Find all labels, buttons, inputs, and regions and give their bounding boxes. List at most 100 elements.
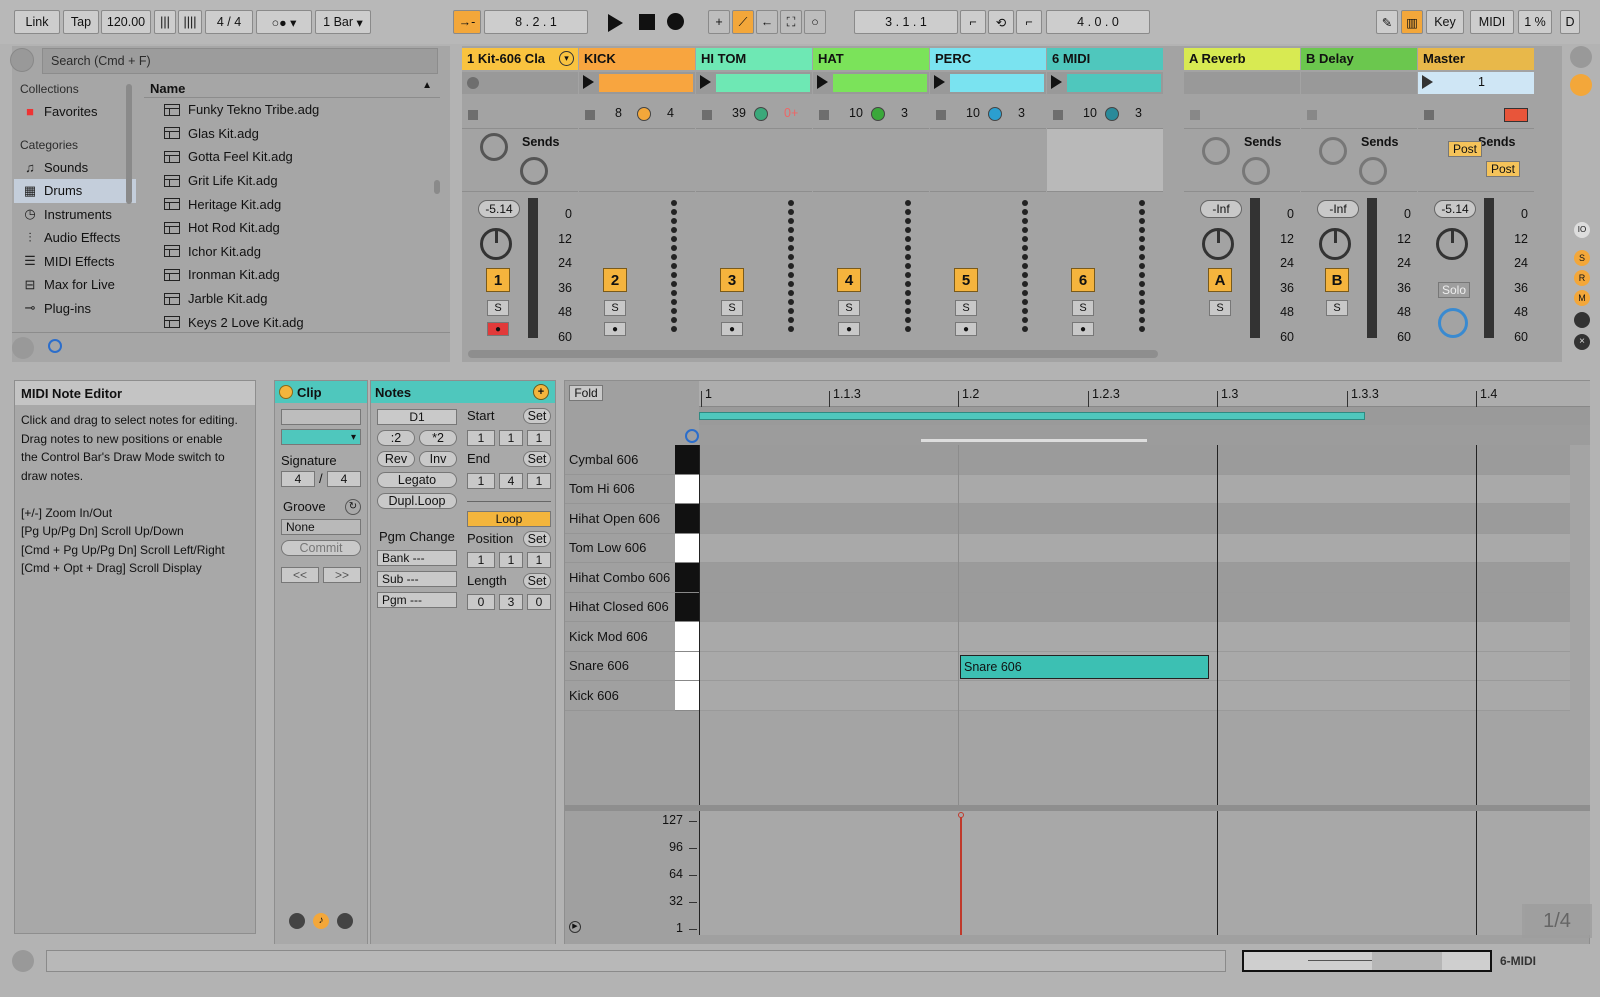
pan-knob-icon[interactable] [988, 107, 1002, 121]
note-lane[interactable] [699, 533, 1570, 563]
file-item[interactable]: Funky Tekno Tribe.adg [144, 98, 440, 122]
note-lane[interactable] [699, 504, 1570, 534]
crossfader-toggle-icon[interactable] [1574, 312, 1590, 328]
clip-slot[interactable] [579, 72, 695, 94]
stop-clip-icon[interactable] [585, 110, 595, 120]
mixer-horizontal-scrollbar[interactable] [468, 350, 1158, 358]
post-b-button[interactable]: Post [1486, 161, 1520, 177]
arm-button[interactable]: ● [487, 322, 509, 336]
file-item[interactable]: Heritage Kit.adg [144, 192, 440, 216]
note-grid[interactable]: Snare 606 [699, 445, 1590, 805]
session-record-icon[interactable]: ○ [804, 10, 826, 34]
stop-clip-icon[interactable] [1053, 110, 1063, 120]
volume-field[interactable]: -Inf [1317, 200, 1359, 218]
punch-in-icon[interactable]: ⌐ [960, 10, 986, 34]
end-sixteenth[interactable]: 1 [527, 473, 551, 489]
send-a-knob[interactable] [1202, 137, 1230, 165]
stop-icon[interactable] [639, 14, 655, 30]
note-lane[interactable] [699, 474, 1570, 504]
midi-map-button[interactable]: MIDI [1470, 10, 1514, 34]
piano-key-row[interactable]: Tom Low 606 [565, 533, 699, 563]
master-volume-field[interactable]: -5.14 [1434, 200, 1476, 218]
category-audio-effects[interactable]: ⫶ Audio Effects [14, 226, 136, 250]
volume-field[interactable]: -Inf [1200, 200, 1242, 218]
overdub-icon[interactable]: + [708, 10, 730, 34]
return-activator[interactable]: A [1208, 268, 1232, 292]
solo-button[interactable]: S [1326, 300, 1348, 316]
position-sixteenth[interactable]: 1 [527, 552, 551, 568]
clip-bar[interactable] [950, 74, 1044, 92]
solo-button[interactable]: S [1209, 300, 1231, 316]
position-beat[interactable]: 1 [499, 552, 523, 568]
track-activator[interactable]: 4 [837, 268, 861, 292]
arm-button[interactable]: ● [1072, 322, 1094, 336]
next-button[interactable]: >> [323, 567, 361, 583]
clip-slot[interactable] [930, 72, 1046, 94]
category-midi-effects[interactable]: ☰ MIDI Effects [14, 250, 136, 274]
duplicate-loop-button[interactable]: Dupl.Loop [377, 493, 457, 509]
arm-button[interactable]: ● [838, 322, 860, 336]
capture-icon[interactable]: ⛶ [780, 10, 802, 34]
browser-toggle-icon[interactable] [10, 48, 34, 72]
key-map-button[interactable]: Key [1426, 10, 1464, 34]
send-a-knob[interactable] [480, 133, 508, 161]
loop-switch-icon[interactable]: ⟲ [988, 10, 1014, 34]
close-icon[interactable]: × [1574, 334, 1590, 350]
volume-field[interactable]: -5.14 [478, 200, 520, 218]
clip-slot[interactable] [1047, 72, 1163, 94]
piano-key-row[interactable]: Kick Mod 606 [565, 622, 699, 652]
send-b-knob[interactable] [1359, 157, 1387, 185]
arm-button[interactable]: ● [955, 322, 977, 336]
pan-knob[interactable] [480, 228, 512, 260]
file-item[interactable]: Keys 2 Love Kit.adg [144, 310, 440, 334]
black-key[interactable] [675, 592, 699, 622]
piano-key-row[interactable]: Tom Hi 606 [565, 474, 699, 504]
category-instruments[interactable]: ◷ Instruments [14, 203, 136, 227]
clip-play-icon[interactable] [700, 75, 711, 89]
note-lane[interactable] [699, 622, 1570, 652]
stop-clip-icon[interactable] [702, 110, 712, 120]
black-key[interactable] [675, 445, 699, 475]
track-title[interactable]: KICK [579, 48, 695, 70]
loop-brace[interactable] [699, 412, 1365, 420]
send-b-knob[interactable] [520, 157, 548, 185]
clip-slot[interactable] [813, 72, 929, 94]
favorites-item[interactable]: ■ Favorites [14, 100, 136, 124]
quantize-dropdown[interactable]: 1 Bar ▾ [315, 10, 371, 34]
sends-toggle-icon[interactable]: S [1574, 250, 1590, 266]
tap-button[interactable]: Tap [63, 10, 99, 34]
time-ruler[interactable]: 11.1.31.21.2.31.31.3.31.41.4.3 [699, 381, 1590, 407]
name-column-header[interactable]: Name ▲ [144, 78, 440, 98]
clip-play-icon[interactable] [1051, 75, 1062, 89]
commit-button[interactable]: Commit [281, 540, 361, 556]
file-item[interactable]: Hot Rod Kit.adg [144, 216, 440, 240]
track-activator[interactable]: 6 [1071, 268, 1095, 292]
master-title[interactable]: Master [1418, 48, 1534, 70]
note-lane[interactable] [699, 445, 1570, 475]
end-beat[interactable]: 4 [499, 473, 523, 489]
return-activator[interactable]: B [1325, 268, 1349, 292]
hot-swap-icon[interactable] [48, 339, 62, 353]
master-pan-knob[interactable] [1436, 228, 1468, 260]
pan-knob-icon[interactable] [754, 107, 768, 121]
white-key[interactable] [675, 622, 699, 652]
velocity-play-icon[interactable]: ▶ [569, 921, 581, 933]
tempo-field[interactable]: 120.00 [101, 10, 151, 34]
start-beat[interactable]: 1 [499, 430, 523, 446]
send-b-knob[interactable] [1242, 157, 1270, 185]
solo-button[interactable]: S [955, 300, 977, 316]
clip-activator-icon[interactable] [279, 385, 293, 399]
overview-toggle-icon[interactable] [12, 950, 34, 972]
record-icon[interactable] [667, 13, 684, 30]
pan-knob-icon[interactable] [637, 107, 651, 121]
piano-key-row[interactable]: Cymbal 606 [565, 445, 699, 475]
file-item[interactable]: Glas Kit.adg [144, 122, 440, 146]
file-item[interactable]: Grit Life Kit.adg [144, 169, 440, 193]
category-plug-ins[interactable]: ⊸ Plug-ins [14, 297, 136, 321]
track-title[interactable]: PERC [930, 48, 1046, 70]
start-bar[interactable]: 1 [467, 430, 495, 446]
scene-launch-icon[interactable] [1422, 75, 1433, 89]
track-title[interactable]: 6 MIDI [1047, 48, 1163, 70]
pan-knob[interactable] [1319, 228, 1351, 260]
track-activator[interactable]: 1 [486, 268, 510, 292]
